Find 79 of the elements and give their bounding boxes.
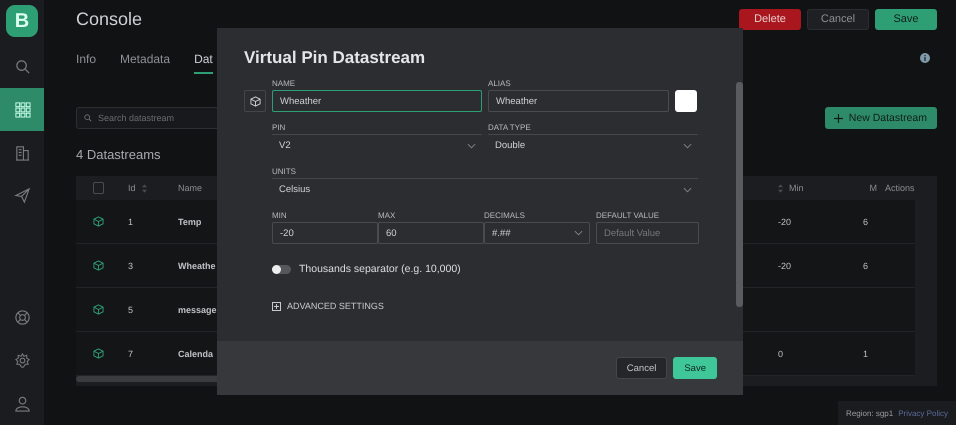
- table-cell: Wheathe: [178, 260, 216, 270]
- cube-icon: [250, 96, 260, 106]
- field-label: ALIAS: [488, 79, 512, 90]
- input-field[interactable]: -20: [272, 222, 378, 244]
- table-cell: 5: [128, 304, 134, 314]
- table-cell: -20: [778, 260, 792, 270]
- lifebuoy-icon: [14, 309, 30, 326]
- building-icon: [14, 144, 30, 161]
- table-cell: 3: [128, 260, 134, 270]
- dropdown[interactable]: V2: [272, 134, 482, 156]
- new-datastream-button[interactable]: New Datastream: [824, 107, 937, 129]
- paper-plane-icon: [14, 187, 30, 204]
- dropdown[interactable]: Double: [488, 134, 698, 156]
- cube-icon: [92, 348, 104, 359]
- search-icon: [14, 58, 30, 75]
- dialog-title: Virtual Pin Datastream: [244, 48, 426, 69]
- header-button[interactable]: Cancel: [807, 8, 869, 30]
- column-header[interactable]: Id: [128, 183, 136, 193]
- info-icon[interactable]: [920, 53, 930, 63]
- header-button[interactable]: Delete: [739, 8, 801, 30]
- table-cell: 6: [863, 260, 868, 270]
- field-label: MAX: [378, 211, 396, 222]
- plus-icon: [834, 114, 843, 122]
- scrollbar[interactable]: [736, 82, 743, 307]
- table-cell: 0: [778, 348, 784, 358]
- input-field[interactable]: Default Value: [596, 222, 699, 244]
- field-label: UNITS: [272, 167, 297, 178]
- grid-icon: [14, 101, 30, 118]
- table-cell: Temp: [178, 216, 202, 226]
- sidebar-item[interactable]: [0, 88, 44, 131]
- table-cell: -20: [778, 216, 792, 226]
- privacy-link[interactable]: Privacy Policy: [898, 408, 948, 418]
- field-label: MIN: [272, 211, 288, 222]
- chevron-down-icon: [467, 142, 476, 148]
- toggle-switch[interactable]: [272, 264, 291, 274]
- table-cell: 1: [863, 348, 868, 358]
- table-cell: Calenda: [178, 348, 214, 358]
- chevron-down-icon: [574, 230, 583, 236]
- input-field[interactable]: Wheather: [272, 90, 482, 112]
- chevron-down-icon: [683, 186, 692, 192]
- cube-icon: [92, 260, 104, 271]
- page-title: Console: [76, 8, 144, 30]
- advanced-settings-toggle[interactable]: ADVANCED SETTINGS: [272, 301, 384, 311]
- user-icon: [14, 395, 30, 412]
- table-cell: 6: [863, 216, 868, 226]
- expand-icon: [272, 302, 281, 310]
- tab[interactable]: Dat: [194, 44, 213, 74]
- column-header[interactable]: Min: [789, 183, 804, 193]
- cube-icon: [92, 216, 104, 227]
- input-field[interactable]: Wheather: [488, 90, 669, 112]
- chevron-down-icon: [683, 142, 692, 148]
- dialog-button[interactable]: Cancel: [616, 357, 668, 379]
- dialog-button[interactable]: Save: [673, 357, 717, 379]
- color-swatch[interactable]: [675, 90, 697, 112]
- dropdown[interactable]: Celsius: [272, 178, 698, 200]
- tab[interactable]: Metadata: [120, 44, 170, 74]
- input-field[interactable]: 60: [378, 222, 484, 244]
- table-cell: 7: [128, 348, 134, 358]
- section-title: 4 Datastreams: [76, 147, 162, 164]
- header-button[interactable]: Save: [875, 8, 937, 30]
- toggle-label: Thousands separator (e.g. 10,000): [299, 263, 461, 275]
- field-label: DECIMALS: [484, 211, 526, 222]
- field-label: DEFAULT VALUE: [596, 211, 660, 222]
- search-icon: [84, 114, 92, 122]
- table-cell: 1: [128, 216, 134, 226]
- field-label: DATA TYPE: [488, 123, 532, 134]
- column-header[interactable]: Actions: [885, 183, 915, 193]
- logo[interactable]: B: [6, 5, 38, 37]
- field-label: NAME: [272, 79, 296, 90]
- tab[interactable]: Info: [76, 44, 96, 74]
- region-label: Region: sgp1: [846, 408, 894, 418]
- column-header[interactable]: Name: [178, 183, 202, 193]
- icon-picker-button[interactable]: [244, 90, 266, 112]
- settings-icon: [14, 352, 30, 369]
- column-header[interactable]: M: [870, 183, 877, 193]
- checkbox[interactable]: [92, 182, 104, 194]
- cube-icon: [92, 304, 104, 315]
- table-cell: message: [178, 304, 217, 314]
- dropdown[interactable]: #.##: [484, 222, 590, 244]
